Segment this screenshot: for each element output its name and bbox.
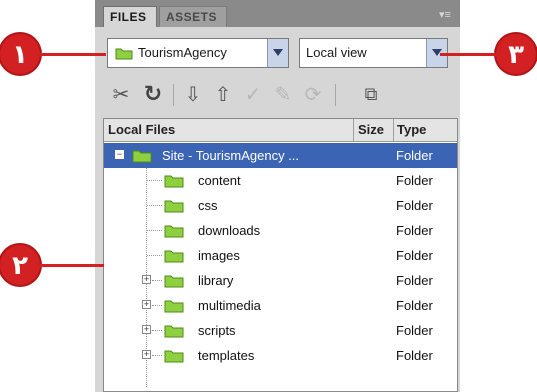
check-in-icon[interactable]: ✎ <box>269 80 297 108</box>
tree-row-type: Folder <box>396 273 433 288</box>
folder-icon <box>164 275 184 288</box>
expand-node-icon[interactable]: + <box>142 350 151 359</box>
site-select[interactable]: TourismAgency <box>107 38 289 68</box>
tree-connector <box>147 180 162 182</box>
tab-assets[interactable]: ASSETS <box>159 6 227 27</box>
collapse-icon[interactable]: − <box>115 150 124 159</box>
folder-icon <box>164 325 184 338</box>
tree-row-type: Folder <box>396 223 433 238</box>
column-type[interactable]: Type <box>397 119 426 141</box>
tree-root-label: Site - TourismAgency ... <box>162 148 300 163</box>
get-files-icon[interactable]: ⇩ <box>179 80 207 108</box>
tree-row-label: downloads <box>198 223 261 238</box>
files-panel: FILES ASSETS ▾≡ TourismAgency Local view… <box>95 0 460 392</box>
files-toolbar: ✂ ↻ ⇩ ⇧ ✓ ✎ ⟳ ⧉ <box>105 80 450 110</box>
folder-icon <box>164 250 184 263</box>
column-size[interactable]: Size <box>358 119 384 141</box>
tree-row-type: Folder <box>396 173 433 188</box>
panel-menu-icon[interactable]: ▾≡ <box>436 8 454 22</box>
refresh-icon[interactable]: ↻ <box>139 80 167 108</box>
folder-icon <box>164 350 184 363</box>
callout-three: ٣ <box>496 34 536 74</box>
callout-three-line <box>440 53 498 56</box>
check-out-icon[interactable]: ✓ <box>239 80 267 108</box>
tree-row-type: Folder <box>396 348 433 363</box>
expand-icon[interactable]: ⧉ <box>357 80 385 108</box>
tree-row[interactable]: + scripts Folder <box>104 318 457 343</box>
expand-node-icon[interactable]: + <box>142 275 151 284</box>
tree-connector <box>152 280 162 282</box>
chevron-down-icon[interactable] <box>267 39 288 67</box>
tree-connector <box>152 330 162 332</box>
tree-connector <box>147 230 162 232</box>
tree-row-label: scripts <box>198 323 236 338</box>
file-list-header: Local Files Size Type <box>104 119 457 142</box>
tree-row[interactable]: images Folder <box>104 243 457 268</box>
tree-row-type: Folder <box>396 323 433 338</box>
tree-row[interactable]: css Folder <box>104 193 457 218</box>
tree-row-type: Folder <box>396 198 433 213</box>
panel-tab-bar: FILES ASSETS ▾≡ <box>95 0 460 27</box>
view-select[interactable]: Local view <box>299 38 448 68</box>
folder-icon <box>132 150 152 163</box>
tree-root-type: Folder <box>396 148 433 163</box>
tree-row[interactable]: + multimedia Folder <box>104 293 457 318</box>
folder-icon <box>164 200 184 213</box>
expand-node-icon[interactable]: + <box>142 300 151 309</box>
expand-node-icon[interactable]: + <box>142 325 151 334</box>
tree-root-row[interactable]: − Site - TourismAgency ... Folder <box>104 143 457 168</box>
view-select-value: Local view <box>306 45 367 60</box>
tree-connector <box>147 205 162 207</box>
tree-connector <box>152 355 162 357</box>
callout-one-line <box>40 53 106 56</box>
folder-icon <box>164 300 184 313</box>
tree-row-label: templates <box>198 348 255 363</box>
callout-one: ١ <box>0 34 40 74</box>
file-list[interactable]: Local Files Size Type − Site - TourismAg… <box>103 118 458 392</box>
tree-row[interactable]: downloads Folder <box>104 218 457 243</box>
column-local-files[interactable]: Local Files <box>108 119 175 141</box>
tree-row[interactable]: content Folder <box>104 168 457 193</box>
connect-icon[interactable]: ✂ <box>107 80 135 108</box>
tree-connector <box>147 255 162 257</box>
folder-icon <box>164 175 184 188</box>
tree-row[interactable]: + templates Folder <box>104 343 457 368</box>
tree-row[interactable]: + library Folder <box>104 268 457 293</box>
folder-icon <box>115 48 133 60</box>
tree-row-type: Folder <box>396 298 433 313</box>
tree-row-label: css <box>198 198 218 213</box>
folder-icon <box>164 225 184 238</box>
tree-row-type: Folder <box>396 248 433 263</box>
site-select-value: TourismAgency <box>138 45 227 60</box>
callout-two-line <box>40 264 104 267</box>
tree-row-label: content <box>198 173 241 188</box>
tree-row-label: library <box>198 273 234 288</box>
synchronize-icon[interactable]: ⟳ <box>299 80 327 108</box>
tree-row-label: multimedia <box>198 298 261 313</box>
tree-row-label: images <box>198 248 240 263</box>
tab-files[interactable]: FILES <box>103 6 157 27</box>
put-files-icon[interactable]: ⇧ <box>209 80 237 108</box>
callout-two: ٢ <box>0 245 40 285</box>
tree-connector <box>152 305 162 307</box>
